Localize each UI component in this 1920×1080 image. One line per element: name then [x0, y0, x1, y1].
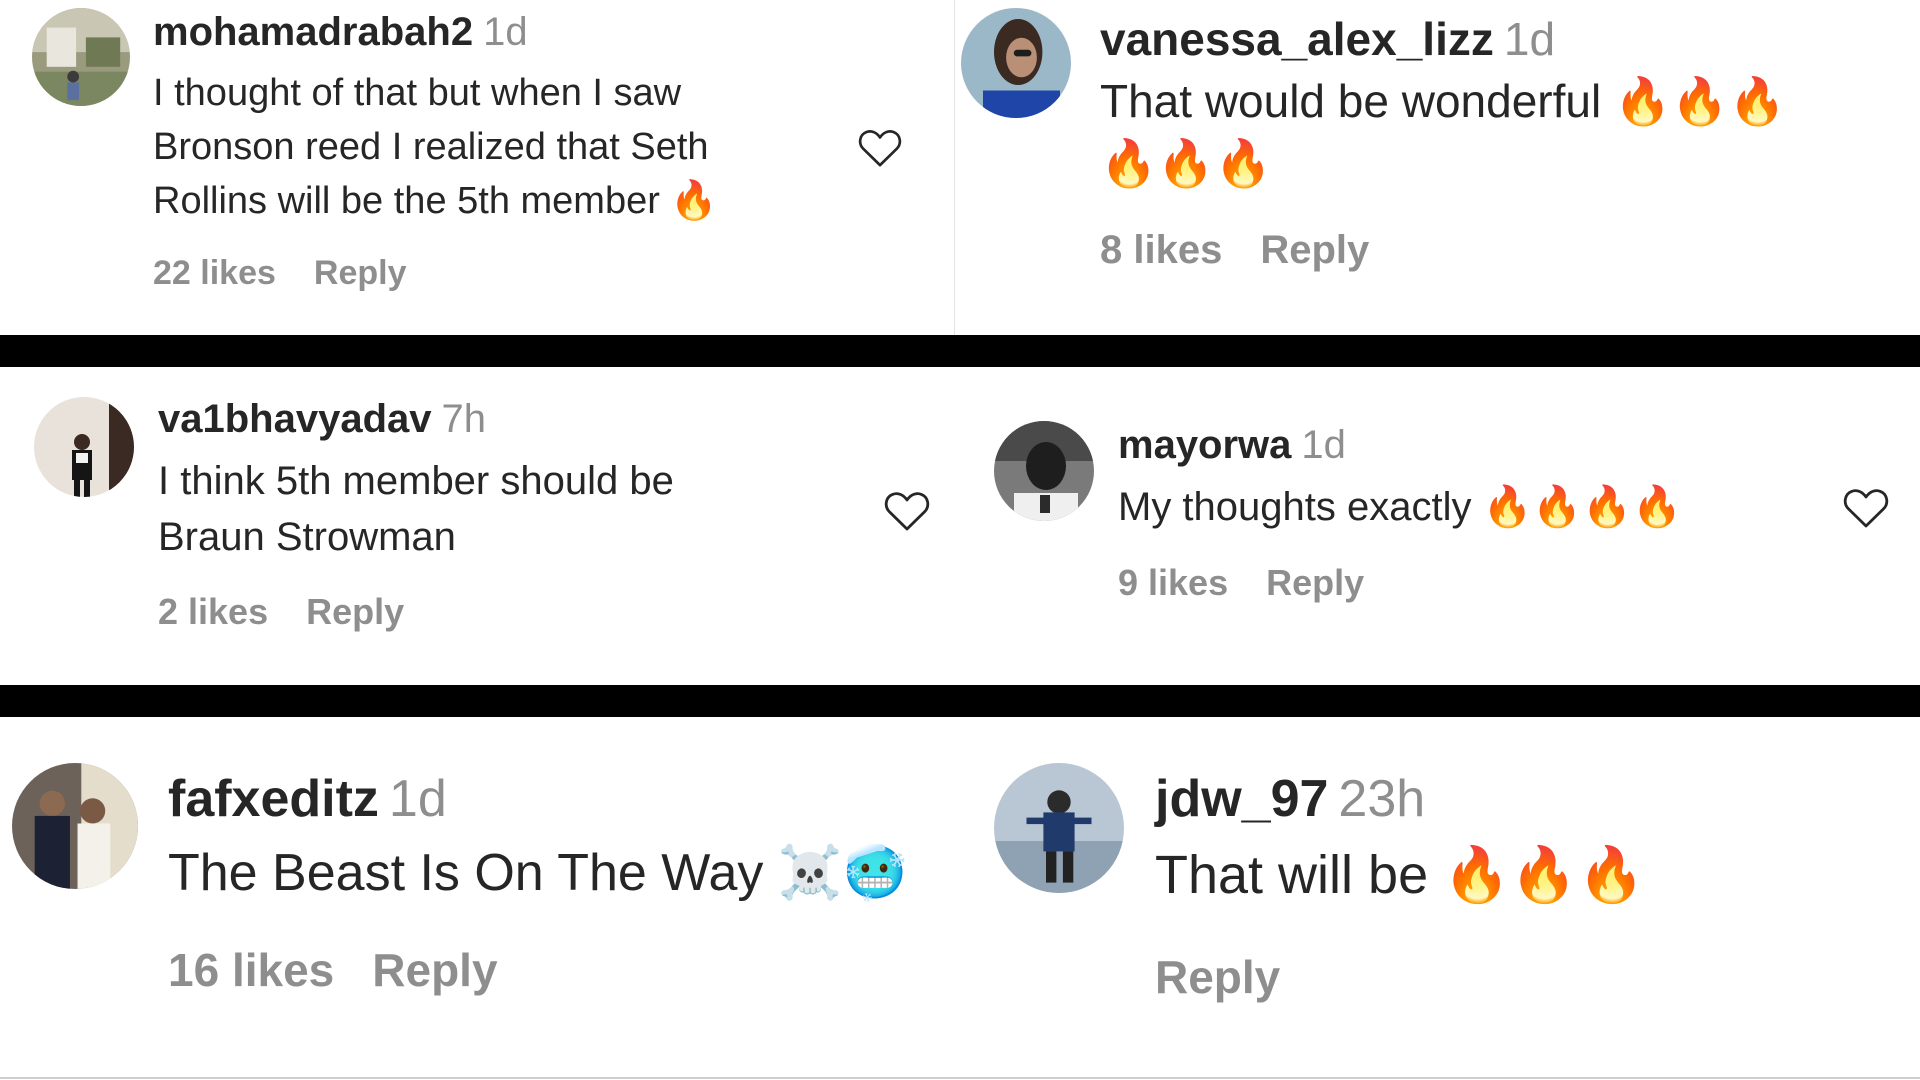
timestamp: 1d	[483, 10, 528, 54]
likes-count[interactable]: 9 likes	[1118, 562, 1228, 603]
comment-actions: 2 likes Reply	[158, 591, 404, 633]
timestamp: 23h	[1338, 770, 1426, 828]
likes-count[interactable]: 22 likes	[153, 254, 276, 292]
username[interactable]: jdw_97	[1155, 770, 1328, 828]
comment-actions: Reply	[1155, 950, 1280, 1004]
avatar[interactable]	[961, 8, 1071, 118]
panel-separator-bottom	[0, 685, 1920, 717]
timestamp: 1d	[1503, 13, 1556, 65]
comment-header: mayorwa 1d	[1118, 423, 1346, 468]
comment-text: I thought of that but when I saw Bronson…	[153, 72, 718, 222]
comment-5: fafxeditz 1d The Beast Is On The Way ☠️🥶 …	[0, 717, 990, 1077]
heart-outline-icon[interactable]	[883, 488, 931, 532]
timestamp: 1d	[388, 770, 447, 828]
comment-text: That will be 🔥🔥🔥	[1155, 845, 1645, 905]
comment-text: That would be wonderful 🔥🔥🔥 🔥🔥🔥	[1100, 75, 1786, 189]
avatar[interactable]	[994, 421, 1094, 521]
comment-3: va1bhavyadav 7h I think 5th member should…	[0, 367, 990, 685]
comment-actions: 9 likes Reply	[1118, 562, 1364, 604]
comment-header: va1bhavyadav 7h	[158, 397, 486, 442]
likes-count[interactable]: 16 likes	[168, 944, 334, 996]
avatar[interactable]	[32, 8, 130, 106]
reply-button[interactable]: Reply	[1266, 562, 1364, 603]
username[interactable]: fafxeditz	[168, 770, 379, 828]
heart-outline-icon[interactable]	[1842, 485, 1890, 529]
heart-outline-icon[interactable]	[857, 126, 903, 168]
bottom-edge-line	[0, 1077, 1920, 1079]
avatar[interactable]	[994, 763, 1124, 893]
username[interactable]: mayorwa	[1118, 423, 1291, 467]
avatar[interactable]	[34, 397, 134, 497]
username[interactable]: va1bhavyadav	[158, 397, 432, 441]
likes-count[interactable]: 2 likes	[158, 591, 268, 632]
likes-count[interactable]: 8 likes	[1100, 228, 1222, 272]
timestamp: 7h	[441, 397, 487, 441]
comment-header: fafxeditz 1d	[168, 769, 447, 829]
reply-button[interactable]: Reply	[1260, 228, 1369, 272]
comment-2: vanessa_alex_lizz 1d That would be wonder…	[955, 0, 1920, 335]
reply-button[interactable]: Reply	[372, 944, 497, 996]
comment-header: jdw_97 23h	[1155, 769, 1425, 829]
comment-actions: 16 likes Reply	[168, 943, 498, 997]
comment-6: jdw_97 23h That will be 🔥🔥🔥 Reply	[990, 717, 1920, 1077]
comment-text: The Beast Is On The Way ☠️🥶	[168, 844, 908, 902]
reply-button[interactable]: Reply	[314, 254, 407, 292]
comment-actions: 22 likes Reply	[153, 254, 406, 293]
comment-actions: 8 likes Reply	[1100, 228, 1369, 273]
comment-header: vanessa_alex_lizz 1d	[1100, 12, 1555, 66]
username[interactable]: mohamadrabah2	[153, 10, 473, 54]
timestamp: 1d	[1301, 423, 1346, 467]
comment-4: mayorwa 1d My thoughts exactly 🔥🔥🔥🔥 9 lik…	[990, 367, 1920, 685]
reply-button[interactable]: Reply	[1155, 951, 1280, 1003]
reply-button[interactable]: Reply	[306, 591, 404, 632]
avatar[interactable]	[12, 763, 138, 889]
comment-text: My thoughts exactly 🔥🔥🔥🔥	[1118, 485, 1682, 529]
comment-text: I think 5th member should be Braun Strow…	[158, 459, 674, 559]
comment-header: mohamadrabah2 1d	[153, 10, 528, 55]
comment-1: mohamadrabah2 1d I thought of that but wh…	[0, 0, 954, 335]
username[interactable]: vanessa_alex_lizz	[1100, 13, 1494, 65]
panel-separator-top	[0, 335, 1920, 367]
